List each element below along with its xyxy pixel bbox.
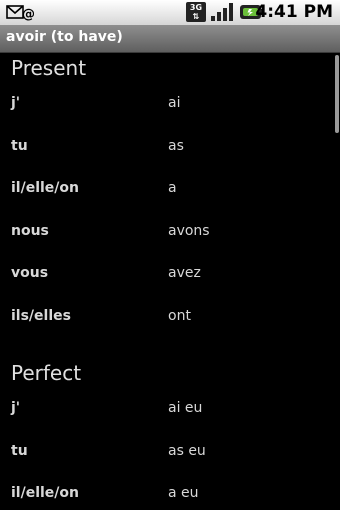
list-item[interactable]: nous avons [0, 223, 330, 263]
verb-form: as eu [168, 443, 206, 459]
network-type-label: 3G [189, 3, 203, 12]
pronoun-label: il/elle/on [11, 485, 79, 501]
verb-form: avez [168, 265, 201, 281]
conjugation-list[interactable]: Present j' ai tu as il/elle/on a nous av… [0, 53, 340, 510]
pronoun-label: il/elle/on [11, 180, 79, 196]
list-item[interactable]: tu as [0, 138, 330, 178]
list-item[interactable]: j' ai eu [0, 400, 330, 440]
section-title-perfect: Perfect [11, 361, 82, 385]
verb-form: ai eu [168, 400, 203, 416]
email-notification-icon[interactable]: @ [6, 3, 35, 22]
pronoun-label: j' [11, 400, 21, 416]
verb-form: ai [168, 95, 181, 111]
pronoun-label: j' [11, 95, 21, 111]
list-item[interactable]: vous avez [0, 265, 330, 305]
pronoun-label: tu [11, 443, 28, 459]
scrollbar[interactable] [335, 55, 339, 133]
verb-form: as [168, 138, 184, 154]
pronoun-label: vous [11, 265, 49, 281]
signal-icon [210, 2, 234, 22]
section-title-present: Present [11, 56, 87, 80]
pronoun-label: nous [11, 223, 49, 239]
pronoun-label: ils/elles [11, 308, 71, 324]
status-bar: @ 3G ⇅ 4:41 PM [0, 0, 340, 25]
list-item[interactable]: j' ai [0, 95, 330, 135]
svg-text:@: @ [22, 7, 34, 21]
list-item[interactable]: il/elle/on a [0, 180, 330, 220]
list-item[interactable]: ils/elles ont [0, 308, 330, 348]
title-bar: avoir (to have) [0, 25, 340, 53]
list-item[interactable]: tu as eu [0, 443, 330, 483]
page-title: avoir (to have) [6, 29, 123, 45]
verb-form: ont [168, 308, 191, 324]
status-time: 4:41 PM [255, 2, 333, 22]
3g-icon: 3G ⇅ [186, 2, 206, 22]
verb-form: a eu [168, 485, 199, 501]
verb-form: a [168, 180, 177, 196]
list-item[interactable]: il/elle/on a eu [0, 485, 330, 510]
verb-form: avons [168, 223, 210, 239]
pronoun-label: tu [11, 138, 28, 154]
